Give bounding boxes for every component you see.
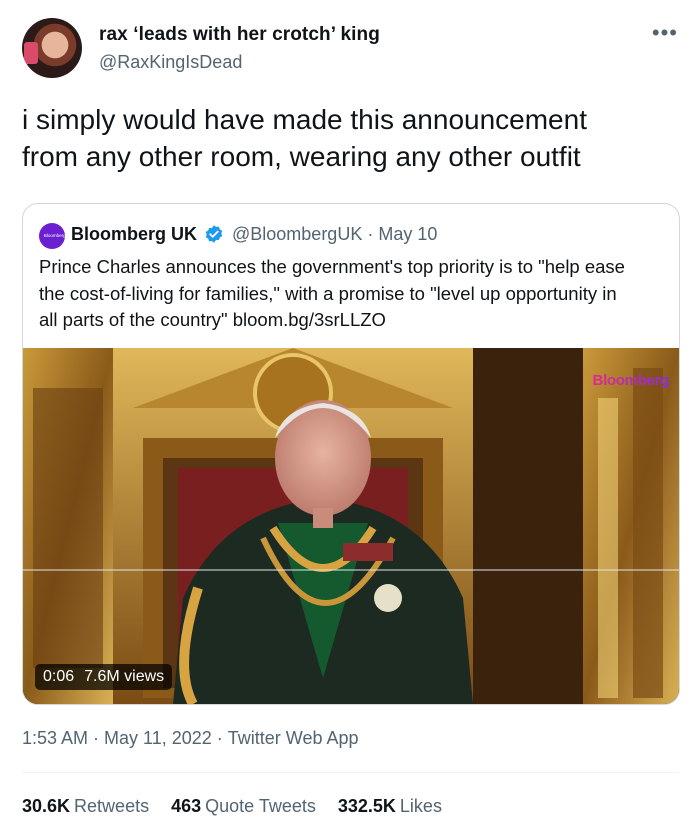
tweet-text: i simply would have made this announceme… xyxy=(22,104,587,172)
quote-tweets-stat[interactable]: 463 Quote Tweets xyxy=(171,796,316,817)
verified-badge-icon xyxy=(205,225,223,243)
quote-tweets-label: Quote Tweets xyxy=(205,796,316,816)
avatar-decoration xyxy=(24,42,38,64)
author-handle[interactable]: @RaxKingIsDead xyxy=(99,52,242,73)
video-duration: 0:06 xyxy=(43,668,75,685)
quoted-author-name[interactable]: Bloomberg UK xyxy=(71,224,197,245)
quoted-meta: @BloombergUK · May 10 xyxy=(232,224,437,245)
more-horizontal-icon[interactable]: ••• xyxy=(652,20,678,46)
tweet: rax ‘leads with her crotch’ king @RaxKin… xyxy=(0,0,700,840)
video-views: 7.6M views xyxy=(84,668,165,685)
quoted-tweet[interactable]: Bloomberg UK Bloomberg UK @BloombergUK ·… xyxy=(22,203,680,705)
quoted-text: Prince Charles announces the government'… xyxy=(39,256,625,330)
quoted-separator: · xyxy=(367,224,374,244)
tweet-time[interactable]: 1:53 AM xyxy=(22,728,88,748)
likes-count: 332.5K xyxy=(337,796,396,816)
engagement-stats: 30.6K Retweets 463 Quote Tweets 332.5K Like… xyxy=(22,796,442,817)
tweet-date[interactable]: May 11, 2022 xyxy=(104,728,212,748)
meta-separator: · xyxy=(93,728,100,748)
likes-label: Likes xyxy=(399,796,442,816)
retweets-label: Retweets xyxy=(74,796,150,816)
quote-tweets-count: 463 xyxy=(171,796,202,816)
retweets-count: 30.6K xyxy=(22,796,71,816)
video-watermark: Bloomberg xyxy=(592,372,670,389)
tweet-timestamp: 1:53 AM · May 11, 2022 · Twitter Web App xyxy=(22,728,359,749)
video-player[interactable]: Bloomberg 0:06 7.6M views xyxy=(23,348,679,704)
quoted-handle[interactable]: @BloombergUK xyxy=(232,224,362,244)
retweets-stat[interactable]: 30.6K Retweets xyxy=(22,796,149,817)
author-avatar[interactable] xyxy=(22,18,82,78)
quoted-avatar[interactable]: Bloomberg UK xyxy=(39,223,73,249)
quoted-avatar-text: Bloomberg UK xyxy=(43,233,74,239)
divider xyxy=(22,772,678,773)
quoted-date[interactable]: May 10 xyxy=(378,224,437,244)
tweet-source[interactable]: Twitter Web App xyxy=(228,728,359,748)
likes-stat[interactable]: 332.5K Likes xyxy=(338,796,442,817)
meta-separator-2: · xyxy=(216,728,223,748)
video-frame xyxy=(23,348,679,704)
author-name[interactable]: rax ‘leads with her crotch’ king xyxy=(99,24,380,46)
video-info-badge: 0:06 7.6M views xyxy=(35,664,173,690)
